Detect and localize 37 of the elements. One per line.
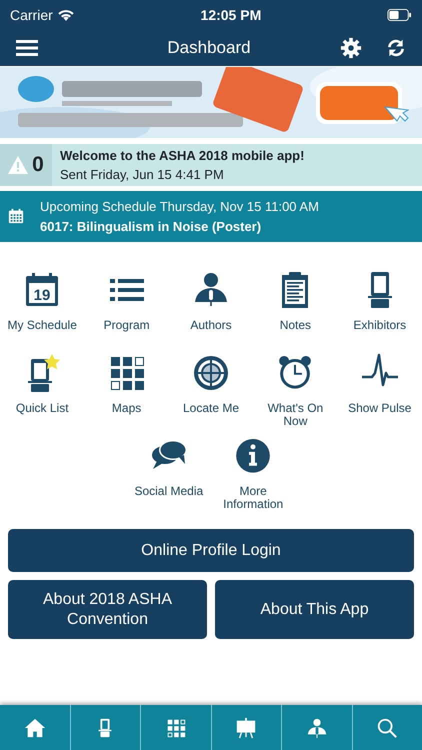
upcoming-schedule-banner[interactable]: Upcoming Schedule Thursday, Nov 15 11:00 AM 6017: Bilingualism in Noise (Poster) (0, 191, 422, 242)
menu-tile[interactable]: Quick List (0, 345, 84, 428)
about-button[interactable]: About 2018 ASHA Convention (8, 580, 207, 639)
warning-icon (8, 156, 28, 174)
notice-date: Sent Friday, Jun 15 4:41 PM (60, 166, 225, 184)
menu-tile[interactable]: 19 My Schedule (0, 262, 84, 345)
session-title: 6017: Bilingualism in Noise (Poster) (40, 218, 262, 236)
header-title: Dashboard (166, 37, 252, 60)
menu-tile[interactable]: Social Media (126, 428, 211, 511)
search-icon (376, 716, 398, 738)
home-icon (24, 716, 46, 738)
menu-tile[interactable]: Locate Me (168, 345, 254, 428)
easel-icon (235, 716, 258, 738)
menu-tile[interactable]: Show Pulse (338, 345, 422, 428)
menu-tile[interactable]: Maps (84, 345, 169, 428)
about-button[interactable]: About This App (215, 580, 414, 639)
notice-title: Welcome to the ASHA 2018 mobile app! (60, 146, 304, 165)
notice-banner[interactable]: 0 Welcome to the ASHA 2018 mobile app! Sent Friday, Jun 15 4:41 PM (0, 144, 422, 186)
notice-count: 0 (32, 152, 44, 178)
speaker-icon (306, 716, 328, 738)
battery-icon (386, 9, 412, 21)
calendar-icon (8, 208, 24, 224)
profile-login-button[interactable]: Online Profile Login (8, 529, 414, 572)
menu-tile[interactable]: Authors (168, 262, 254, 345)
carrier-name: Carrier (10, 6, 53, 24)
menu-tile[interactable]: Notes (253, 262, 338, 345)
wifi-icon (56, 8, 75, 22)
schedule-heading: Upcoming Schedule Thursday, Nov 15 11:00 AM (40, 198, 319, 216)
menu-tile[interactable]: Program (84, 262, 169, 345)
menu-tile[interactable]: Exhibitors (338, 262, 422, 345)
settings-button[interactable] (340, 36, 362, 60)
menu-icon (16, 40, 38, 56)
settings-icon (340, 36, 362, 59)
menu-tile[interactable]: What's On Now (253, 345, 338, 428)
refresh-icon (386, 38, 406, 58)
menu-tile[interactable]: More Information (211, 428, 296, 511)
status-time: 12:05 PM (200, 6, 262, 24)
